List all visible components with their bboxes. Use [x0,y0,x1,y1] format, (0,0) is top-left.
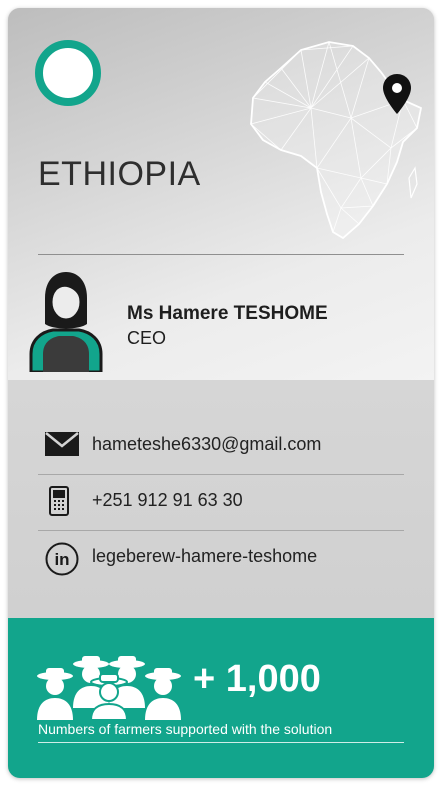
person-name: Ms Hamere TESHOME [127,303,328,324]
contact-email[interactable]: hameteshe6330@gmail.com [8,428,434,468]
farmers-group-icon [37,656,181,720]
farmers-count: + 1,000 [193,658,321,700]
phone-text[interactable]: +251 912 91 63 30 [92,490,243,511]
linkedin-text[interactable]: legeberew-hamere-teshome [92,546,317,567]
person-role: CEO [127,328,167,348]
envelope-icon [45,432,79,456]
contacts-section: hameteshe6330@gmail.com +251 912 91 63 3… [8,380,434,618]
linkedin-icon: in [45,542,79,576]
phone-icon [49,486,69,516]
country-title: ETHIOPIA [38,155,201,193]
card-header: ETHIOPIA Ms Hamere TESHOME CEO [8,8,434,380]
divider [38,254,404,255]
svg-text:in: in [54,550,69,569]
divider [38,474,404,475]
divider [38,530,404,531]
email-text[interactable]: hameteshe6330@gmail.com [92,434,321,455]
contact-phone[interactable]: +251 912 91 63 30 [8,482,434,522]
stats-section: + 1,000 Numbers of farmers supported wit… [8,618,434,778]
contact-linkedin[interactable]: in legeberew-hamere-teshome [8,538,434,578]
africa-map-icon [250,41,423,240]
farmers-caption: Numbers of farmers supported with the so… [38,721,333,737]
divider [38,742,404,743]
woman-avatar-icon [29,272,103,372]
profile-card: ETHIOPIA Ms Hamere TESHOME CEO hameteshe… [8,8,434,778]
status-ring-icon [35,40,101,106]
